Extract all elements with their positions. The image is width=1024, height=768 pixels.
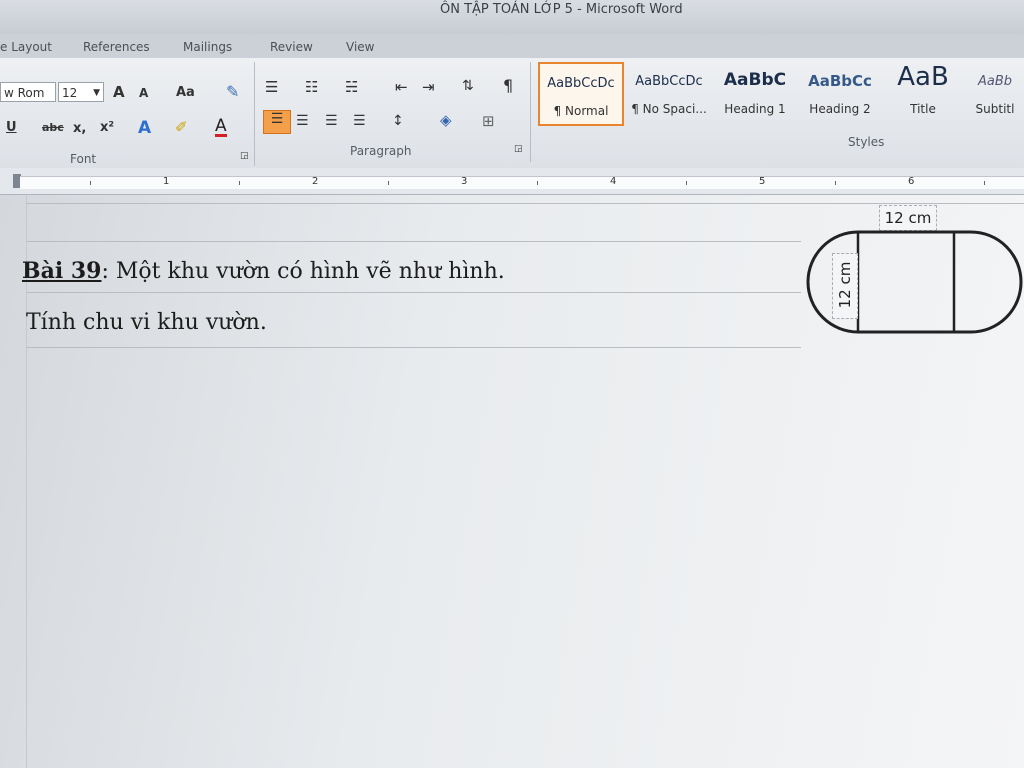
ruler-tick <box>537 181 538 185</box>
ribbon-tabs: e Layout References Mailings Review View <box>0 34 1024 58</box>
style-normal[interactable]: AaBbCcDc ¶ Normal <box>538 62 624 126</box>
ribbon: w Rom 12 ▼ A A Aa ✎ U abc x, x² A ✐ A Fo… <box>0 58 1024 169</box>
ruler-number: 1 <box>163 176 170 187</box>
group-divider <box>254 62 255 166</box>
ruler-tick <box>686 181 687 185</box>
style-name: Heading 1 <box>724 102 786 116</box>
style-sample: AaB <box>897 62 949 92</box>
line-spacing-icon[interactable]: ↕ <box>392 113 404 129</box>
style-sample: AaBbC <box>723 70 787 90</box>
align-left-icon[interactable]: ☰ <box>263 110 291 134</box>
tab-page-layout[interactable]: e Layout <box>0 40 52 54</box>
document-page[interactable]: Bài 39: Một khu vườn có hình vẽ như hình… <box>0 195 1024 768</box>
style-title[interactable]: AaB Title <box>880 62 966 126</box>
table-border <box>26 292 801 293</box>
table-border <box>26 347 801 348</box>
superscript-button[interactable]: x² <box>100 120 114 135</box>
font-group-label: Font <box>70 152 97 166</box>
style-sample: AaBbCcDc <box>635 74 703 89</box>
decrease-indent-icon[interactable]: ⇤ <box>395 78 408 96</box>
style-name: ¶ Normal <box>553 104 609 118</box>
font-name-box[interactable]: w Rom <box>0 82 56 102</box>
style-no-spacing[interactable]: AaBbCcDc ¶ No Spaci... <box>626 62 712 126</box>
highlight-icon[interactable]: ✐ <box>175 118 188 136</box>
bullets-icon[interactable]: ☰ <box>265 78 278 96</box>
text-effects-icon[interactable]: A <box>138 118 151 138</box>
style-name: Title <box>910 102 936 116</box>
chevron-down-icon[interactable]: ▼ <box>93 83 100 103</box>
style-sample: AaBbCc <box>808 72 872 90</box>
grow-font-button[interactable]: A <box>113 83 125 101</box>
subscript-button[interactable]: x, <box>73 121 86 136</box>
ruler-strip: 1 2 3 4 5 6 <box>20 176 1024 189</box>
horizontal-ruler[interactable]: 1 2 3 4 5 6 <box>0 168 1024 195</box>
font-name-value: w Rom <box>4 86 45 100</box>
style-sample: AaBbCcDc <box>547 76 615 91</box>
ruler-number: 5 <box>759 176 766 187</box>
font-size-box[interactable]: 12 ▼ <box>58 82 104 102</box>
show-marks-icon[interactable]: ¶ <box>503 76 513 95</box>
font-size-value: 12 <box>62 86 78 100</box>
style-subtitle[interactable]: AaBb Subtitl <box>966 62 1024 126</box>
title-bar: ÔN TẬP TOÁN LỚP 5 - Microsoft Word <box>0 0 1024 34</box>
align-center-icon[interactable]: ☰ <box>296 113 309 129</box>
underline-button[interactable]: U <box>6 120 17 135</box>
side-dimension-label: 12 cm <box>832 253 858 319</box>
table-border <box>26 241 801 242</box>
justify-icon[interactable]: ☰ <box>353 113 366 129</box>
tab-review[interactable]: Review <box>270 40 313 54</box>
font-dialog-launcher-icon[interactable]: ◲ <box>240 151 249 161</box>
multilevel-list-icon[interactable]: ☵ <box>345 78 358 96</box>
ruler-number: 3 <box>461 176 468 187</box>
shrink-font-button[interactable]: A <box>139 86 148 100</box>
shading-icon[interactable]: ◈ <box>440 111 452 129</box>
garden-shape <box>806 230 1023 334</box>
paragraph-group-label: Paragraph <box>350 144 412 158</box>
tab-references[interactable]: References <box>83 40 150 54</box>
clear-format-icon[interactable]: ✎ <box>226 82 239 101</box>
exercise-line-1[interactable]: Bài 39: Một khu vườn có hình vẽ như hình… <box>22 258 505 284</box>
font-color-button[interactable]: A <box>215 118 227 137</box>
style-heading-2[interactable]: AaBbCc Heading 2 <box>797 62 883 126</box>
numbering-icon[interactable]: ☷ <box>305 78 318 96</box>
exercise-line-2[interactable]: Tính chu vi khu vườn. <box>26 310 267 335</box>
style-name: Heading 2 <box>809 102 871 116</box>
borders-icon[interactable]: ⊞ <box>482 112 495 130</box>
ruler-tick <box>90 181 91 185</box>
ruler-number: 4 <box>610 176 617 187</box>
tab-mailings[interactable]: Mailings <box>183 40 232 54</box>
styles-group-label: Styles <box>848 135 885 149</box>
style-name: Subtitl <box>975 102 1015 116</box>
ruler-tick <box>984 181 985 185</box>
sort-icon[interactable]: ⇅ <box>462 78 474 94</box>
paragraph-dialog-launcher-icon[interactable]: ◲ <box>514 144 523 154</box>
exercise-number: Bài 39 <box>22 258 102 284</box>
ruler-tick <box>239 181 240 185</box>
ruler-tick <box>835 181 836 185</box>
tab-view[interactable]: View <box>346 40 374 54</box>
window-title: ÔN TẬP TOÁN LỚP 5 - Microsoft Word <box>440 2 683 17</box>
ruler-tick <box>388 181 389 185</box>
ruler-number: 6 <box>908 176 915 187</box>
increase-indent-icon[interactable]: ⇥ <box>422 78 435 96</box>
garden-figure[interactable]: 12 cm 12 cm <box>786 195 1024 355</box>
style-heading-1[interactable]: AaBbC Heading 1 <box>712 62 798 126</box>
exercise-line-1-text: : Một khu vườn có hình vẽ như hình. <box>101 259 505 284</box>
align-right-icon[interactable]: ☰ <box>325 113 338 129</box>
style-name: ¶ No Spaci... <box>631 102 707 116</box>
style-sample: AaBb <box>977 74 1013 89</box>
group-divider <box>530 62 531 162</box>
ruler-number: 2 <box>312 176 319 187</box>
side-dimension-text: 12 cm <box>836 261 854 309</box>
change-case-button[interactable]: Aa <box>176 85 195 100</box>
strikethrough-button[interactable]: abc <box>42 121 64 134</box>
